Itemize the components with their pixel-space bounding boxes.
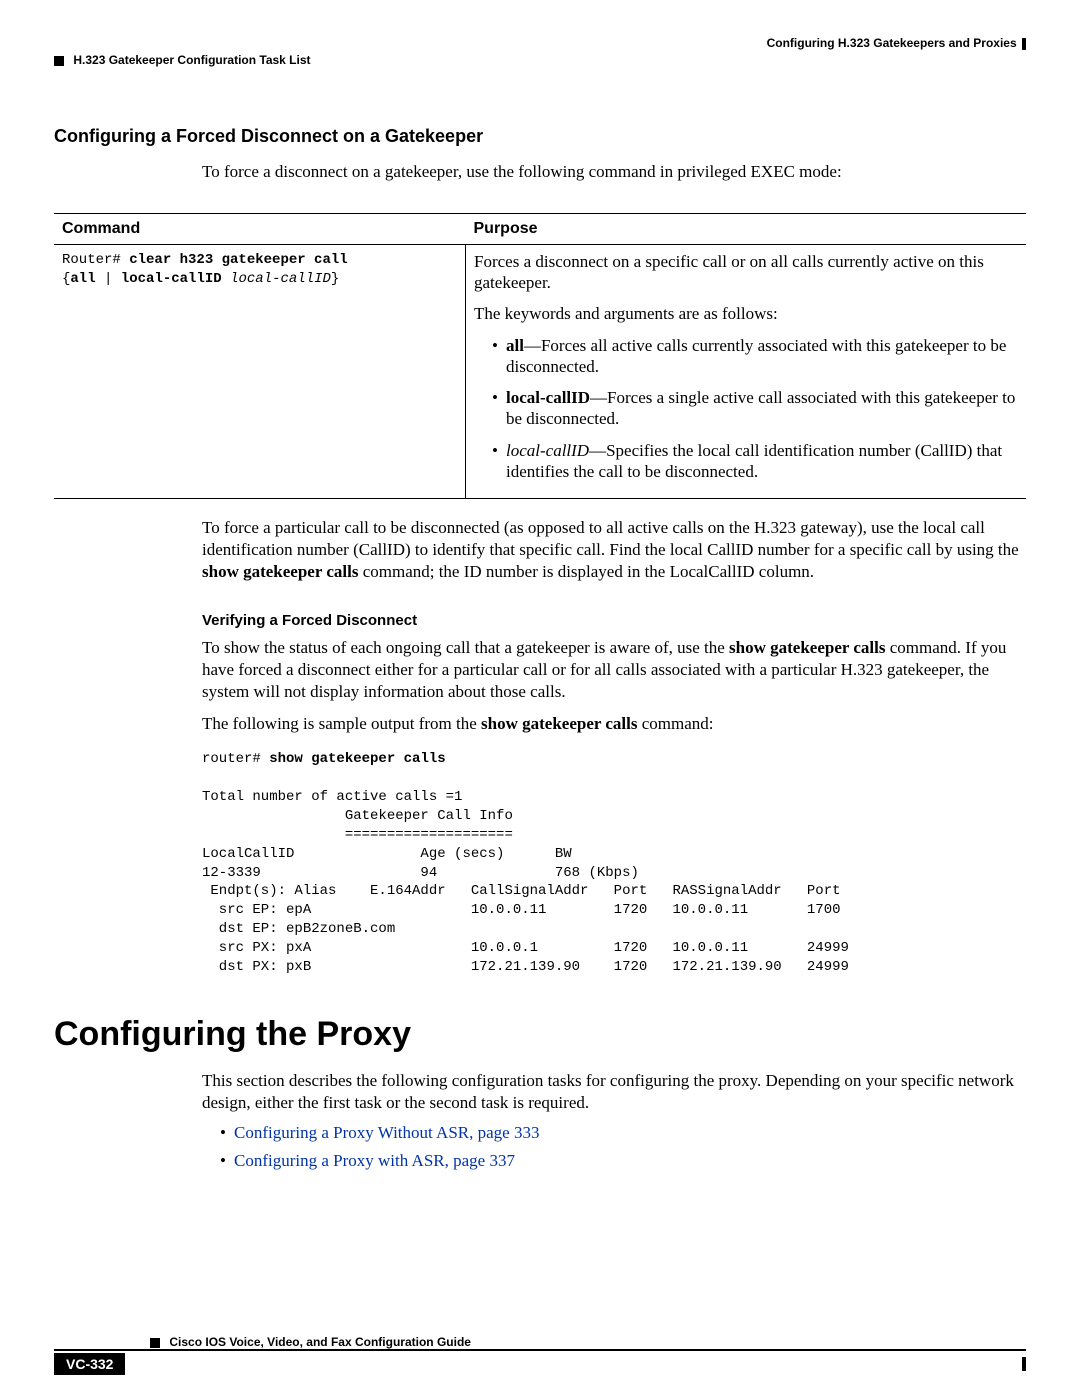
purpose-p1: Forces a disconnect on a specific call o… [474,251,1018,294]
section1-intro: To force a disconnect on a gatekeeper, u… [202,161,1026,183]
page-number: VC-332 [54,1353,125,1375]
header-chapter-text: Configuring H.323 Gatekeepers and Proxie… [767,36,1017,50]
section-heading-1: Configuring a Forced Disconnect on a Gat… [54,126,1026,147]
terminal-body: Total number of active calls =1 Gatekeep… [202,789,849,975]
section-heading-2: Configuring the Proxy [54,1015,1026,1054]
square-icon [54,56,64,66]
header-bar-icon [1022,38,1026,50]
xref-item: Configuring a Proxy Without ASR, page 33… [220,1123,1026,1143]
page: Configuring H.323 Gatekeepers and Proxie… [0,0,1080,1397]
page-footer: Cisco IOS Voice, Video, and Fax Configur… [54,1335,1026,1373]
header-breadcrumb: H.323 Gatekeeper Configuration Task List [54,53,311,67]
cmd-bold: clear h323 gatekeeper call [129,252,347,268]
terminal-output: router# show gatekeeper calls Total numb… [202,750,1026,977]
link-proxy-with-asr[interactable]: Configuring a Proxy with ASR, page 337 [234,1151,515,1170]
terminal-cmd: show gatekeeper calls [269,751,445,767]
footer-bar-icon [1022,1357,1026,1371]
header-chapter: Configuring H.323 Gatekeepers and Proxie… [767,36,1026,50]
purpose-cell: Forces a disconnect on a specific call o… [466,244,1027,498]
bullet-item: local-callID—Forces a single active call… [492,387,1018,430]
table-row: Router# clear h323 gatekeeper call {all … [54,244,1026,498]
link-proxy-without-asr[interactable]: Configuring a Proxy Without ASR, page 33… [234,1123,539,1142]
bullet-item: all—Forces all active calls currently as… [492,335,1018,378]
square-icon [150,1338,160,1348]
section2-intro: This section describes the following con… [202,1070,1026,1114]
footer-bottom: VC-332 [54,1351,1026,1373]
footer-guide-text: Cisco IOS Voice, Video, and Fax Configur… [169,1335,471,1349]
col-purpose: Purpose [466,213,1027,244]
table-header-row: Command Purpose [54,213,1026,244]
bullet-item: local-callID—Specifies the local call id… [492,440,1018,483]
verify-p2: The following is sample output from the … [202,713,1026,735]
purpose-p2: The keywords and arguments are as follow… [474,303,1018,324]
purpose-bullets: all—Forces all active calls currently as… [474,335,1018,483]
col-command: Command [54,213,466,244]
footer-guide-line: Cisco IOS Voice, Video, and Fax Configur… [54,1335,1026,1351]
terminal-prompt: router# [202,751,269,767]
xref-list: Configuring a Proxy Without ASR, page 33… [202,1123,1026,1171]
after-table-para: To force a particular call to be disconn… [202,517,1026,582]
cmd-prompt: Router# [62,252,129,268]
command-table: Command Purpose Router# clear h323 gatek… [54,213,1026,499]
xref-item: Configuring a Proxy with ASR, page 337 [220,1151,1026,1171]
verify-p1: To show the status of each ongoing call … [202,637,1026,702]
header-breadcrumb-text: H.323 Gatekeeper Configuration Task List [73,53,310,67]
sub-heading-verify: Verifying a Forced Disconnect [202,612,1026,629]
command-cell: Router# clear h323 gatekeeper call {all … [54,244,466,498]
